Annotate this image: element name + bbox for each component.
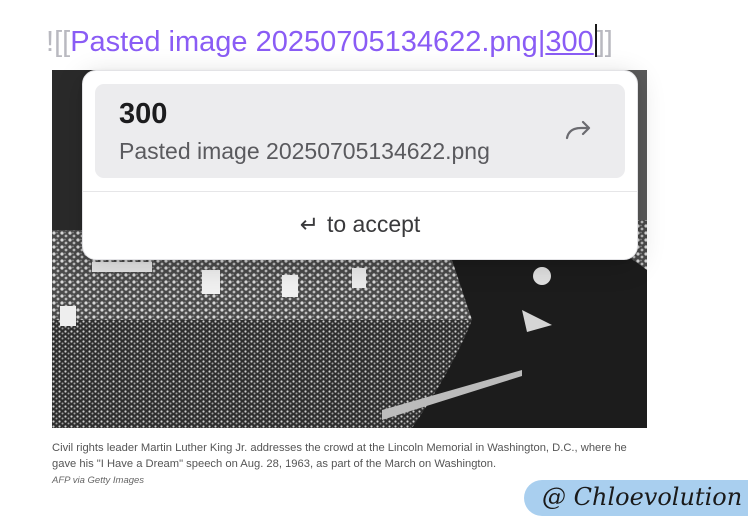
accept-hint: ↵ to accept [83, 211, 637, 238]
suggestion-item[interactable]: 300 Pasted image 20250705134622.png [95, 84, 625, 178]
photo-credit: AFP via Getty Images [52, 475, 145, 486]
enter-key-icon: ↵ [299, 211, 319, 237]
watermark-text: @ Chloevolution [542, 483, 743, 511]
open-brackets: [[ [54, 26, 71, 58]
watermark-badge: @ Chloevolution [524, 480, 748, 516]
accept-hint-text: to accept [326, 211, 421, 237]
photo-caption: Civil rights leader Martin Luther King J… [52, 442, 627, 470]
editor-embed-line[interactable]: ![[Pasted image 20250705134622.png|300]] [46, 22, 613, 62]
embed-bang: ! [46, 26, 55, 58]
popup-divider [83, 191, 637, 192]
suggestion-subtitle: Pasted image 20250705134622.png [119, 138, 490, 164]
link-target[interactable]: Pasted image 20250705134622.png [70, 26, 538, 58]
link-suggestion-popup: 300 Pasted image 20250705134622.png ↵ to … [82, 70, 638, 260]
close-brackets: ]] [596, 26, 613, 58]
redirect-arrow-icon [565, 120, 591, 140]
link-alias[interactable]: 300 [545, 26, 593, 58]
suggestion-title: 300 [119, 98, 168, 130]
